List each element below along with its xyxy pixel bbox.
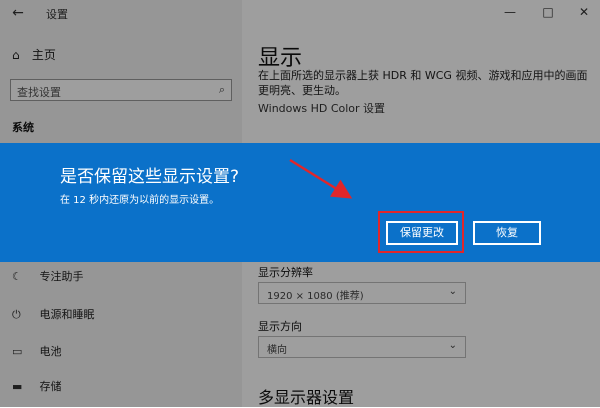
dialog-message: 在 12 秒内还原为以前的显示设置。 [60,195,220,206]
dialog-title: 是否保留这些显示设置? [60,167,240,187]
highlight-box [378,211,464,253]
revert-button[interactable]: 恢复 [473,221,541,245]
